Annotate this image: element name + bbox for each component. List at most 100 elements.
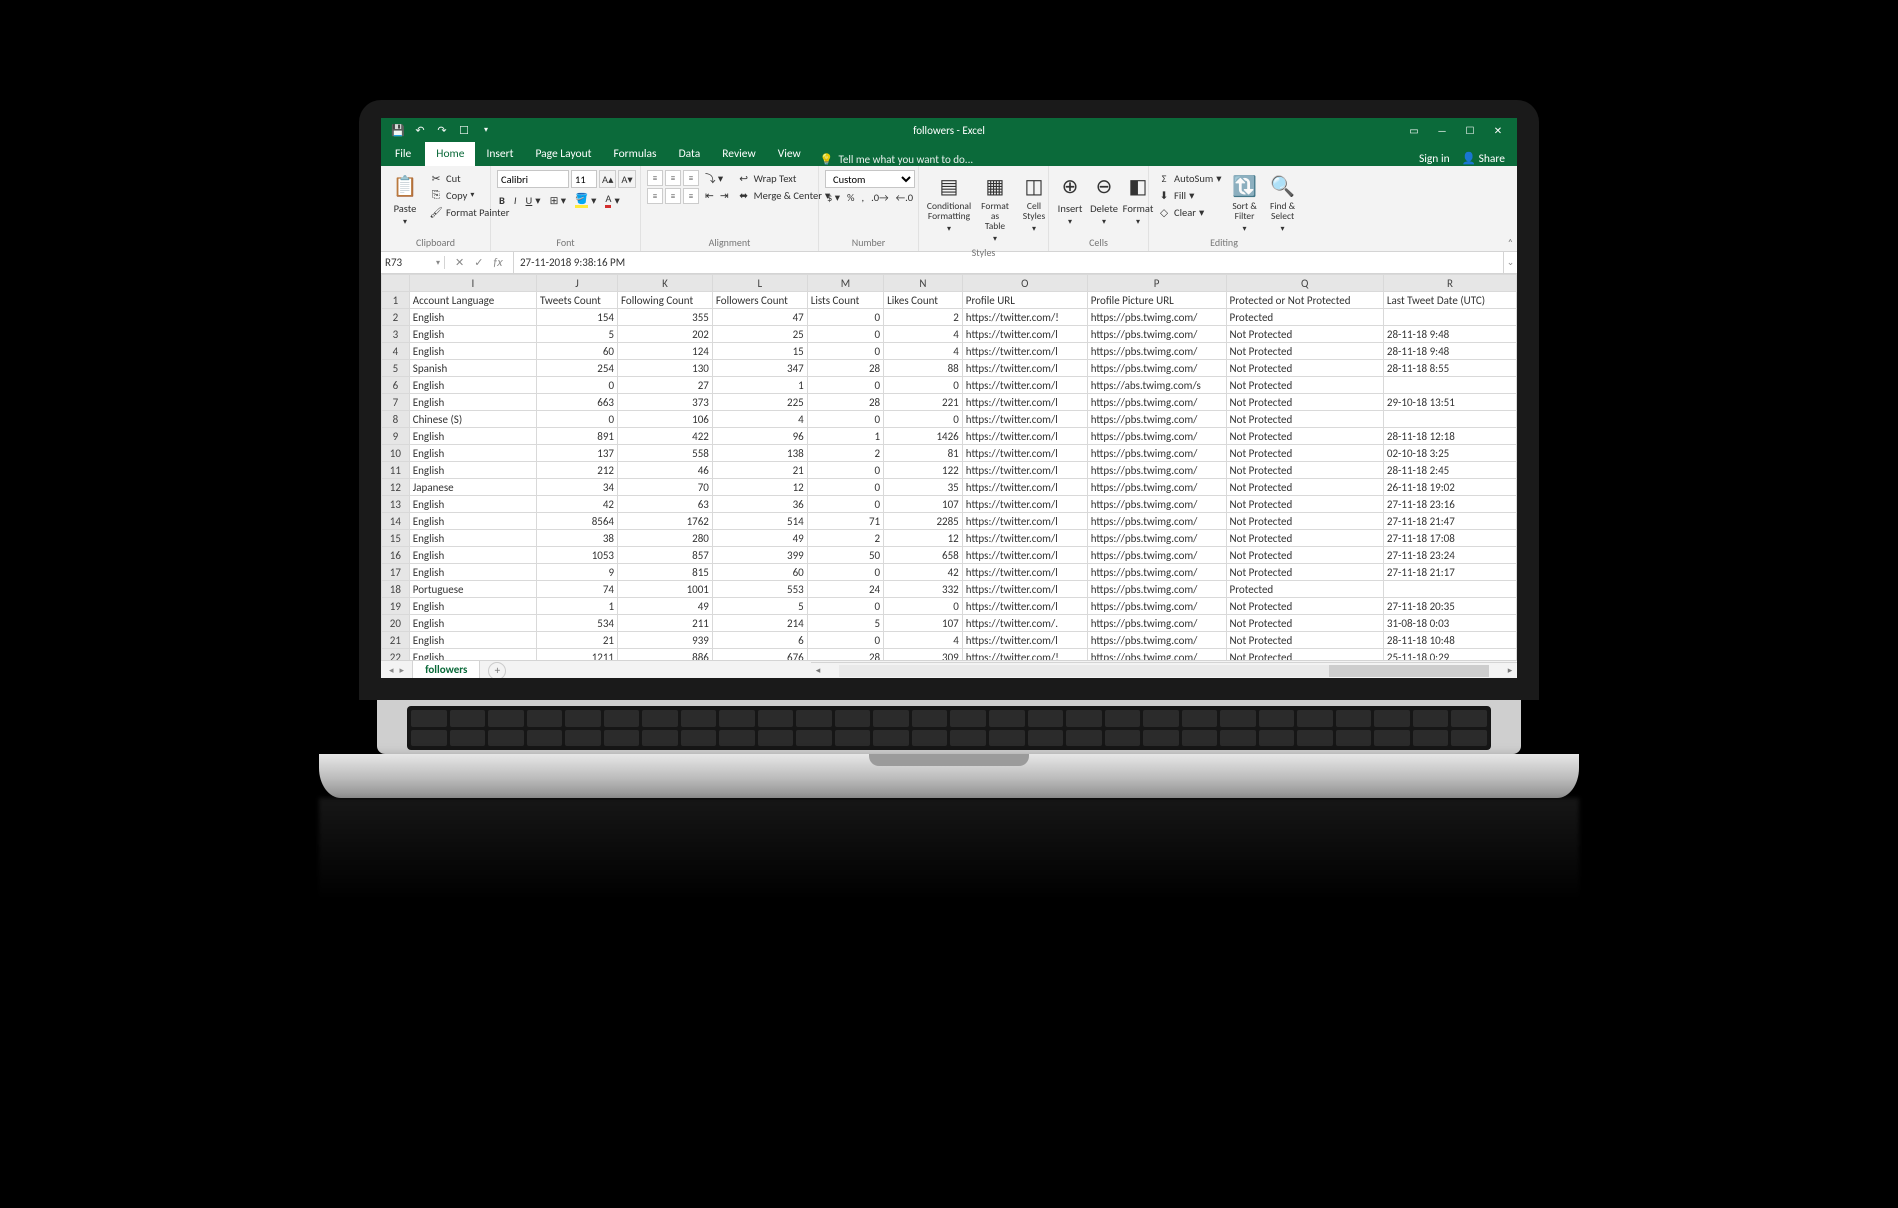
cell[interactable]: 553 (712, 581, 807, 598)
cell[interactable]: Portuguese (409, 581, 536, 598)
cell[interactable]: 0 (807, 479, 883, 496)
row-header[interactable]: 16 (382, 547, 410, 564)
cell[interactable]: 35 (884, 479, 963, 496)
cell[interactable]: Not Protected (1226, 377, 1383, 394)
row-header[interactable]: 4 (382, 343, 410, 360)
tab-page-layout[interactable]: Page Layout (524, 142, 602, 166)
cell[interactable]: Profile URL (962, 292, 1087, 309)
increase-indent-button[interactable]: ⇥ (718, 188, 731, 203)
cell[interactable]: 130 (618, 360, 713, 377)
row-header[interactable]: 7 (382, 394, 410, 411)
cell[interactable]: 107 (884, 615, 963, 632)
cell[interactable]: 886 (618, 649, 713, 661)
align-top-left[interactable]: ≡ (647, 170, 663, 186)
cell[interactable]: 663 (537, 394, 618, 411)
tab-home[interactable]: Home (425, 142, 475, 166)
cell[interactable]: 28-11-18 2:45 (1383, 462, 1516, 479)
cell[interactable]: 0 (807, 343, 883, 360)
cell[interactable]: https://twitter.com/l (962, 479, 1087, 496)
cell[interactable] (1383, 411, 1516, 428)
cell[interactable]: 211 (618, 615, 713, 632)
cell[interactable]: https://pbs.twimg.com/ (1087, 394, 1226, 411)
cell[interactable]: 28-11-18 9:48 (1383, 343, 1516, 360)
cell[interactable]: Last Tweet Date (UTC) (1383, 292, 1516, 309)
cell[interactable]: 02-10-18 3:25 (1383, 445, 1516, 462)
cell[interactable]: 225 (712, 394, 807, 411)
column-header[interactable]: P (1087, 275, 1226, 292)
cell[interactable]: English (409, 649, 536, 661)
scroll-thumb[interactable] (1329, 665, 1489, 677)
cell[interactable]: 676 (712, 649, 807, 661)
tab-view[interactable]: View (767, 142, 812, 166)
cell[interactable]: Protected (1226, 581, 1383, 598)
delete-cells-button[interactable]: ⊖Delete▾ (1089, 170, 1119, 229)
decrease-indent-button[interactable]: ⇤ (703, 188, 716, 203)
row-header[interactable]: 13 (382, 496, 410, 513)
column-header[interactable]: J (537, 275, 618, 292)
cell[interactable]: 0 (537, 411, 618, 428)
cell[interactable]: 27-11-18 23:16 (1383, 496, 1516, 513)
tab-insert[interactable]: Insert (475, 142, 524, 166)
cell[interactable]: 1762 (618, 513, 713, 530)
row-header[interactable]: 9 (382, 428, 410, 445)
merge-center-button[interactable]: ⬌Merge & Center ▾ (735, 187, 833, 203)
italic-button[interactable]: I (512, 193, 519, 208)
cell[interactable]: Following Count (618, 292, 713, 309)
cell[interactable]: https://pbs.twimg.com/ (1087, 530, 1226, 547)
cell[interactable]: 27-11-18 17:08 (1383, 530, 1516, 547)
column-header[interactable]: N (884, 275, 963, 292)
enter-formula-icon[interactable]: ✓ (474, 256, 483, 269)
cell[interactable]: 29-10-18 13:51 (1383, 394, 1516, 411)
cell[interactable]: 0 (807, 309, 883, 326)
cell[interactable]: 1426 (884, 428, 963, 445)
cell[interactable]: Not Protected (1226, 649, 1383, 661)
column-header[interactable]: I (409, 275, 536, 292)
cell[interactable]: 0 (807, 496, 883, 513)
column-header[interactable]: O (962, 275, 1087, 292)
align-top-right[interactable]: ≡ (683, 170, 699, 186)
cell[interactable]: 138 (712, 445, 807, 462)
cell[interactable]: 49 (712, 530, 807, 547)
font-color-button[interactable]: A▾ (603, 191, 621, 209)
font-name-input[interactable] (497, 170, 569, 188)
collapse-ribbon-icon[interactable]: ˄ (1508, 236, 1513, 249)
row-header[interactable]: 2 (382, 309, 410, 326)
cell[interactable]: 1 (537, 598, 618, 615)
cell[interactable]: Not Protected (1226, 530, 1383, 547)
cell[interactable]: 815 (618, 564, 713, 581)
cell[interactable]: 422 (618, 428, 713, 445)
cell[interactable]: Japanese (409, 479, 536, 496)
cell[interactable]: https://pbs.twimg.com/ (1087, 428, 1226, 445)
cell[interactable]: Not Protected (1226, 615, 1383, 632)
tab-file[interactable]: File (381, 142, 425, 166)
cell[interactable]: 0 (807, 632, 883, 649)
cell[interactable]: 96 (712, 428, 807, 445)
cell[interactable]: 0 (807, 564, 883, 581)
tab-formulas[interactable]: Formulas (602, 142, 667, 166)
worksheet-grid[interactable]: IJKLMNOPQR1Account LanguageTweets CountF… (381, 274, 1517, 660)
undo-icon[interactable]: ↶ (413, 123, 427, 137)
cell[interactable]: Not Protected (1226, 564, 1383, 581)
cell[interactable] (1383, 581, 1516, 598)
cell[interactable]: https://pbs.twimg.com/ (1087, 411, 1226, 428)
redo-icon[interactable]: ↷ (435, 123, 449, 137)
cell[interactable]: https://twitter.com/l (962, 530, 1087, 547)
cell[interactable]: 9 (537, 564, 618, 581)
row-header[interactable]: 12 (382, 479, 410, 496)
cell[interactable]: 28-11-18 10:48 (1383, 632, 1516, 649)
cell[interactable]: Protected or Not Protected (1226, 292, 1383, 309)
cell[interactable]: 1 (807, 428, 883, 445)
cell[interactable]: 42 (537, 496, 618, 513)
insert-cells-button[interactable]: ⊕Insert▾ (1055, 170, 1085, 229)
row-header[interactable]: 5 (382, 360, 410, 377)
cell[interactable]: English (409, 598, 536, 615)
cell[interactable]: 939 (618, 632, 713, 649)
cell[interactable]: Lists Count (807, 292, 883, 309)
cell[interactable]: 4 (884, 326, 963, 343)
wrap-text-button[interactable]: ↩Wrap Text (735, 170, 833, 186)
row-header[interactable]: 15 (382, 530, 410, 547)
cell[interactable]: https://twitter.com/l (962, 343, 1087, 360)
decrease-font-button[interactable]: A▾ (618, 170, 635, 188)
scroll-left-icon[interactable]: ◂ (811, 665, 825, 676)
cell[interactable]: 88 (884, 360, 963, 377)
